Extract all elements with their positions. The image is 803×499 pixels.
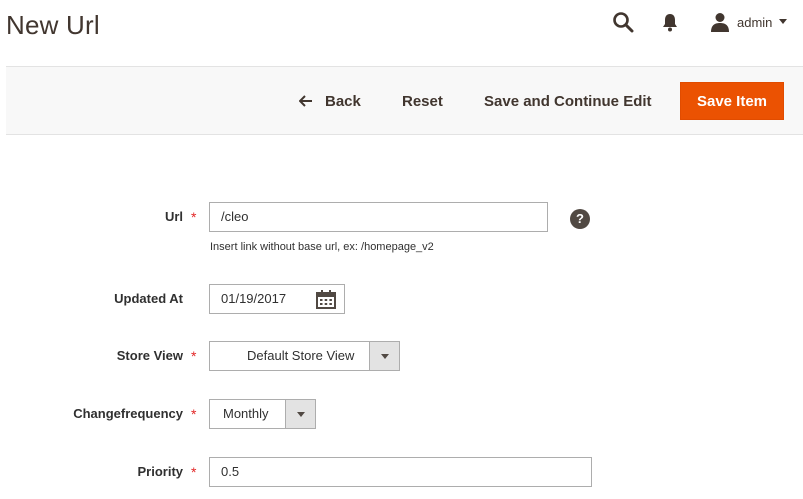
caret-down-icon	[779, 19, 788, 24]
help-icon[interactable]: ?	[570, 209, 590, 229]
required-mark: *	[191, 348, 197, 364]
changefrequency-value: Monthly	[223, 406, 269, 421]
url-label: Url	[164, 209, 183, 224]
changefrequency-label: Changefrequency	[73, 406, 183, 421]
priority-input[interactable]: 0.5	[209, 457, 592, 487]
search-icon[interactable]	[612, 11, 634, 33]
priority-row: Priority * 0.5	[0, 457, 803, 487]
bell-icon[interactable]	[661, 12, 679, 32]
url-row: Url * /cleo ? Insert link without base u…	[0, 202, 803, 262]
reset-button[interactable]: Reset	[402, 82, 443, 120]
chevron-down-icon[interactable]	[369, 342, 399, 370]
priority-label: Priority	[137, 464, 183, 479]
url-note: Insert link without base url, ex: /homep…	[210, 241, 434, 253]
changefrequency-select[interactable]: Monthly	[209, 399, 316, 429]
required-mark: *	[191, 209, 197, 225]
chevron-down-icon[interactable]	[285, 400, 315, 428]
page-title: New Url	[6, 10, 100, 40]
user-menu[interactable]: admin	[711, 11, 788, 33]
store-view-value: Default Store View	[247, 348, 355, 363]
save-and-continue-button[interactable]: Save and Continue Edit	[484, 82, 652, 120]
store-view-select[interactable]: Default Store View	[209, 341, 400, 371]
store-view-row: Store View * Default Store View	[0, 341, 803, 371]
url-input[interactable]: /cleo	[209, 202, 548, 232]
back-button[interactable]: Back	[299, 82, 361, 120]
store-view-label: Store View	[116, 348, 183, 363]
changefrequency-row: Changefrequency * Monthly	[0, 399, 803, 429]
calendar-icon[interactable]	[316, 290, 336, 309]
save-item-button[interactable]: Save Item	[680, 82, 784, 120]
user-name: admin	[737, 14, 773, 30]
arrow-left-icon	[299, 95, 312, 107]
updated-at-row: Updated At 01/19/2017	[0, 284, 803, 314]
page-actions-bar: Back Reset Save and Continue Edit Save I…	[6, 66, 803, 135]
required-mark: *	[191, 406, 197, 422]
back-label: Back	[325, 92, 361, 110]
user-icon	[711, 13, 729, 32]
required-mark: *	[191, 464, 197, 480]
updated-at-label: Updated At	[114, 291, 183, 306]
